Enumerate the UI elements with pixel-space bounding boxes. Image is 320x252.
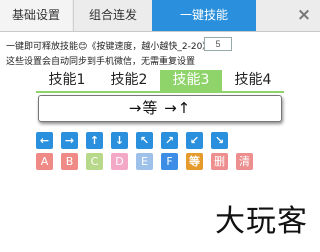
tab-skill-4[interactable]: 技能4 xyxy=(222,70,284,91)
key-c-button[interactable]: C xyxy=(86,153,103,170)
arrow-left-icon[interactable]: ← xyxy=(36,132,53,149)
arrow-down-left-icon[interactable]: ↙ xyxy=(186,132,203,149)
delete-button[interactable]: 删 xyxy=(211,153,228,170)
arrow-down-icon[interactable]: ↓ xyxy=(111,132,128,149)
tab-combo-fire[interactable]: 组合连发 xyxy=(73,0,152,31)
arrow-up-icon[interactable]: ↑ xyxy=(86,132,103,149)
arrow-right-icon[interactable]: → xyxy=(61,132,78,149)
tab-skill-1[interactable]: 技能1 xyxy=(36,70,98,91)
key-d-button[interactable]: D xyxy=(111,153,128,170)
key-e-button[interactable]: E xyxy=(136,153,153,170)
tab-one-key-skill[interactable]: 一键技能 xyxy=(152,0,256,31)
wait-button[interactable]: 等 xyxy=(186,153,203,170)
clear-button[interactable]: 清 xyxy=(236,153,253,170)
speed-input[interactable] xyxy=(204,37,232,51)
combo-display: →等 →↑ xyxy=(38,95,282,122)
top-tab-bar: 基础设置 组合连发 一键技能 × xyxy=(0,0,320,32)
key-b-button[interactable]: B xyxy=(61,153,78,170)
key-f-button[interactable]: F xyxy=(161,153,178,170)
tab-basic-settings[interactable]: 基础设置 xyxy=(0,0,72,31)
arrow-up-left-icon[interactable]: ↖ xyxy=(136,132,153,149)
watermark-logo: 大玩客 xyxy=(215,204,308,239)
sync-note: 这些设置会自动同步到手机微信，无需重复设置 xyxy=(6,57,196,67)
close-icon[interactable]: × xyxy=(292,0,316,31)
tab-skill-3[interactable]: 技能3 xyxy=(160,70,222,91)
key-a-button[interactable]: A xyxy=(36,153,53,170)
arrow-down-right-icon[interactable]: ↘ xyxy=(211,132,228,149)
arrow-up-right-icon[interactable]: ↗ xyxy=(161,132,178,149)
tab-skill-2[interactable]: 技能2 xyxy=(98,70,160,91)
speed-setting-label: 一键即可释放技能😊《按键速度，越小越快_2-20》 xyxy=(6,42,212,52)
skill-tabs: 技能1 技能2 技能3 技能4 xyxy=(36,70,284,93)
